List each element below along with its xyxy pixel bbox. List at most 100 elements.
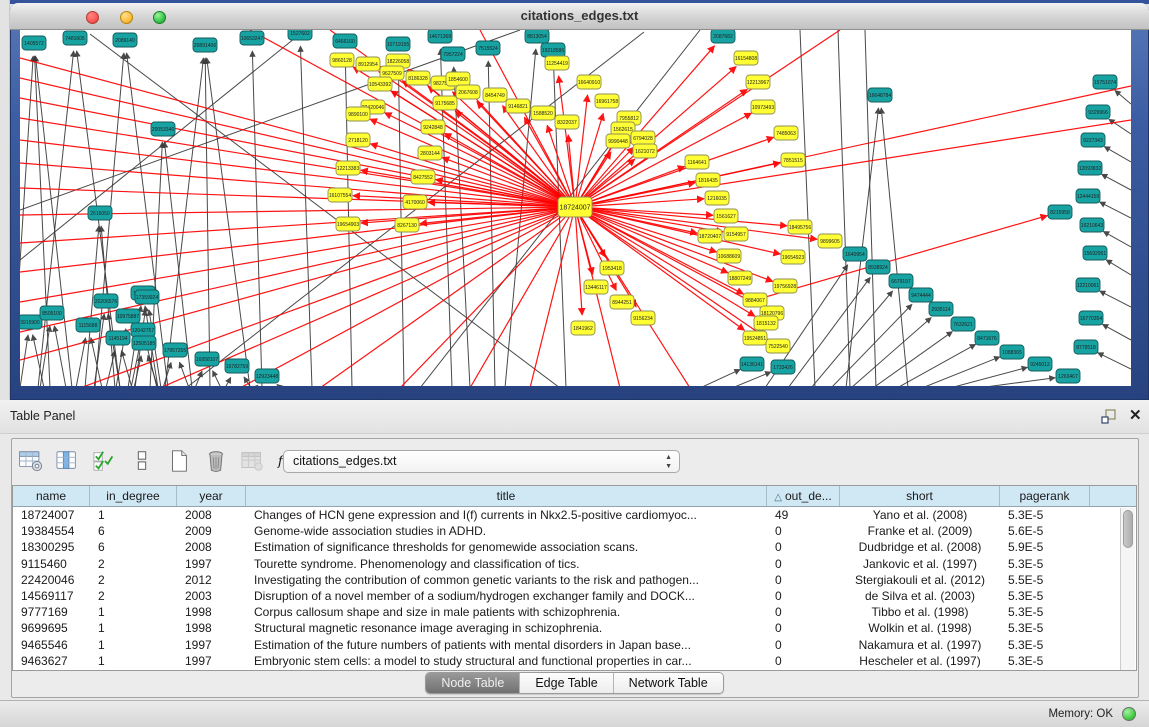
graph-node[interactable]: 16782759 [225, 359, 249, 373]
table-cell[interactable]: 0 [767, 605, 840, 619]
table-cell[interactable]: 18724007 [13, 508, 90, 522]
graph-node[interactable]: 9175685 [433, 96, 457, 110]
graph-node[interactable]: 8267130 [395, 218, 419, 232]
table-cell[interactable]: Tibbo et al. (1998) [840, 605, 1000, 619]
table-cell[interactable]: 0 [767, 557, 840, 571]
graph-node[interactable]: 9227343 [1081, 133, 1105, 147]
graph-node[interactable]: 10973493 [751, 100, 775, 114]
graph-node[interactable]: 7851515 [781, 153, 805, 167]
graph-node[interactable]: 1263467 [1056, 369, 1080, 383]
graph-node[interactable]: 1115688 [76, 318, 100, 332]
table-cell[interactable]: 1997 [177, 557, 246, 571]
table-cell[interactable]: 14569117 [13, 589, 90, 603]
graph-node[interactable]: 1588520 [531, 106, 555, 120]
graph-node[interactable]: 20053346 [151, 122, 175, 136]
graph-node[interactable]: 8215958 [1048, 205, 1072, 219]
graph-node[interactable]: 10653247 [240, 31, 264, 45]
table-cell[interactable]: 1 [90, 621, 177, 635]
graph-node[interactable]: 19218586 [541, 43, 565, 57]
table-row[interactable]: 1456911722003Disruption of a novel membe… [13, 588, 1136, 604]
graph-node[interactable]: 16958107 [195, 352, 219, 366]
table-row[interactable]: 1872400712008Changes of HCN gene express… [13, 507, 1136, 523]
graph-node[interactable]: 19654903 [336, 217, 360, 231]
table-cell[interactable]: 5.3E-5 [1000, 557, 1090, 571]
scrollbar-thumb[interactable] [1123, 510, 1133, 548]
graph-node[interactable]: 7481605 [63, 31, 87, 45]
graph-node[interactable]: 1216035 [705, 191, 729, 205]
table-cell[interactable]: 2009 [177, 524, 246, 538]
graph-node[interactable]: 20891406 [193, 38, 217, 52]
graph-node[interactable]: 2935114 [929, 302, 953, 316]
table-cell[interactable]: 0 [767, 540, 840, 554]
graph-node[interactable]: 1640954 [843, 247, 867, 261]
graph-node[interactable]: 9329966 [1086, 105, 1110, 119]
graph-node[interactable]: 9890100 [346, 107, 370, 121]
graph-node[interactable]: 2803144 [418, 146, 442, 160]
table-cell[interactable]: Nakamura et al. (1997) [840, 638, 1000, 652]
graph-node[interactable]: 12093832 [1078, 161, 1102, 175]
table-cell[interactable]: 0 [767, 589, 840, 603]
graph-node[interactable]: 10688609 [717, 249, 741, 263]
tab-network-table[interactable]: Network Table [614, 673, 723, 693]
graph-node[interactable]: 9990448 [606, 134, 630, 148]
graph-node[interactable]: 1816435 [696, 173, 720, 187]
graph-node[interactable]: 14136141 [740, 357, 764, 371]
table-cell[interactable]: 1997 [177, 638, 246, 652]
graph-node[interactable]: 12213383 [336, 161, 360, 175]
graph-node[interactable]: 7957224 [441, 47, 465, 61]
graph-node[interactable]: 17957255 [163, 343, 187, 357]
graph-node[interactable]: 15751074 [1093, 75, 1117, 89]
graph-node[interactable]: 2089140 [113, 33, 137, 47]
close-panel-icon[interactable]: ✕ [1129, 406, 1145, 422]
graph-node[interactable]: 2087682 [711, 30, 735, 43]
table-cell[interactable]: 1 [90, 638, 177, 652]
tab-node-table[interactable]: Node Table [426, 673, 520, 693]
graph-node[interactable]: 10543392 [368, 77, 392, 91]
table-cell[interactable]: Estimation of the future numbers of pati… [246, 638, 767, 652]
graph-node[interactable]: 1405572 [22, 36, 46, 50]
graph-node[interactable]: 19654923 [781, 250, 805, 264]
graph-node[interactable]: 4170060 [403, 195, 427, 209]
table-cell[interactable]: Stergiakouli et al. (2012) [840, 573, 1000, 587]
table-cell[interactable]: 5.3E-5 [1000, 508, 1090, 522]
rows-icon[interactable] [127, 447, 157, 475]
column-header-in_degree[interactable]: in_degree [90, 486, 177, 506]
table-cell[interactable]: 9115460 [13, 557, 90, 571]
graph-node[interactable]: 1854600 [446, 72, 470, 86]
graph-node[interactable]: 19756928 [773, 279, 797, 293]
table-cell[interactable]: 1998 [177, 605, 246, 619]
graph-node[interactable]: 18724007 [558, 197, 592, 217]
table-row[interactable]: 969969511998Structural magnetic resonanc… [13, 620, 1136, 636]
column-header-short[interactable]: short [840, 486, 1000, 506]
table-row[interactable]: 2242004622012Investigating the contribut… [13, 572, 1136, 588]
table-cell[interactable]: Yano et al. (2008) [840, 508, 1000, 522]
select-columns-icon[interactable] [53, 447, 83, 475]
memory-ok-indicator-icon[interactable] [1122, 707, 1136, 721]
table-cell[interactable]: 9463627 [13, 654, 90, 668]
table-cell[interactable]: 5.3E-5 [1000, 654, 1090, 668]
graph-node[interactable]: 9860128 [330, 53, 354, 67]
table-cell[interactable]: 2 [90, 573, 177, 587]
graph-node[interactable]: 17359924 [135, 290, 159, 304]
table-cell[interactable]: 2 [90, 589, 177, 603]
graph-node[interactable]: 11254419 [545, 56, 569, 70]
graph-node[interactable]: 16961758 [595, 94, 619, 108]
graph-node[interactable]: 8186328 [406, 71, 430, 85]
graph-node[interactable]: 7485063 [774, 126, 798, 140]
graph-node[interactable]: 8912954 [356, 57, 380, 71]
graph-node[interactable]: 12213967 [746, 75, 770, 89]
table-cell[interactable]: 1997 [177, 654, 246, 668]
graph-node[interactable]: 8454749 [483, 88, 507, 102]
graph-node[interactable]: 20206576 [94, 294, 118, 308]
graph-node[interactable]: 16154808 [734, 51, 758, 65]
delete-trash-icon[interactable] [201, 447, 231, 475]
table-cell[interactable]: 18300295 [13, 540, 90, 554]
table-cell[interactable]: 5.3E-5 [1000, 589, 1090, 603]
graph-node[interactable]: 9156234 [631, 311, 655, 325]
tab-edge-table[interactable]: Edge Table [520, 673, 613, 693]
graph-node[interactable]: 7522540 [766, 339, 790, 353]
graph-node[interactable]: 1527602 [288, 30, 312, 40]
graph-node[interactable]: 1733426 [771, 360, 795, 374]
graph-node[interactable]: 3915900 [20, 315, 42, 329]
graph-node[interactable]: 12923448 [255, 369, 279, 383]
